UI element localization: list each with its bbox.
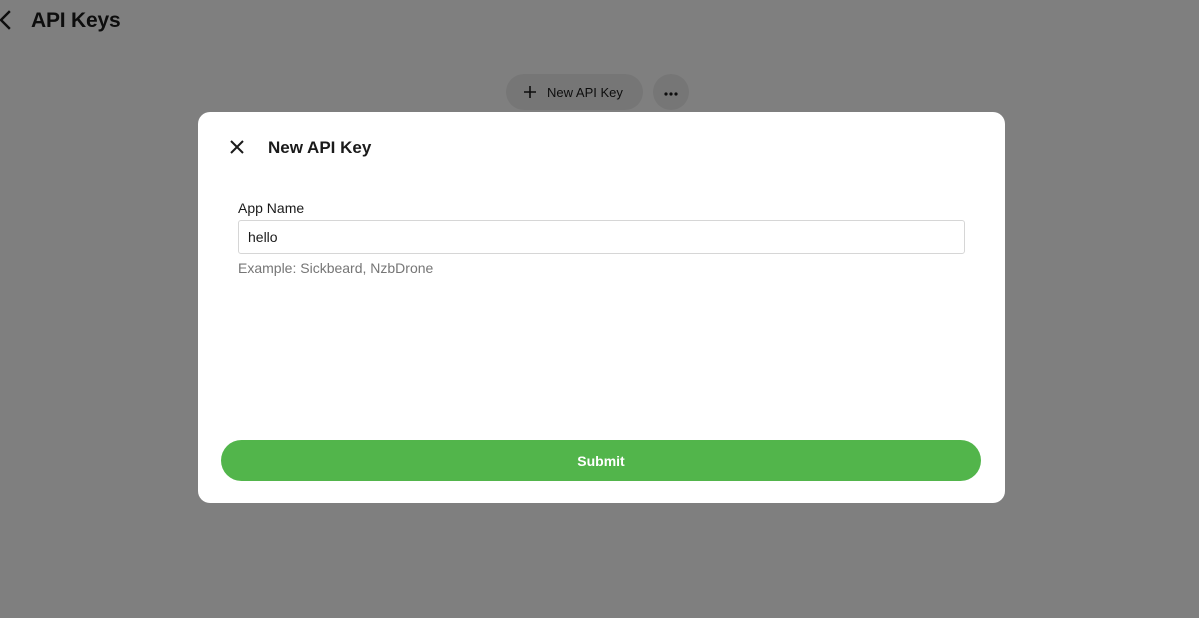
app-name-input[interactable] [238, 220, 965, 254]
submit-button[interactable]: Submit [221, 440, 981, 481]
close-button[interactable] [225, 137, 249, 161]
new-api-key-dialog: New API Key App Name Example: Sickbeard,… [198, 112, 1005, 503]
dialog-title: New API Key [268, 138, 372, 157]
close-icon [229, 139, 245, 160]
app-name-hint: Example: Sickbeard, NzbDrone [238, 260, 434, 276]
page: API Keys New API Key [0, 0, 1199, 618]
app-name-label: App Name [238, 200, 305, 216]
